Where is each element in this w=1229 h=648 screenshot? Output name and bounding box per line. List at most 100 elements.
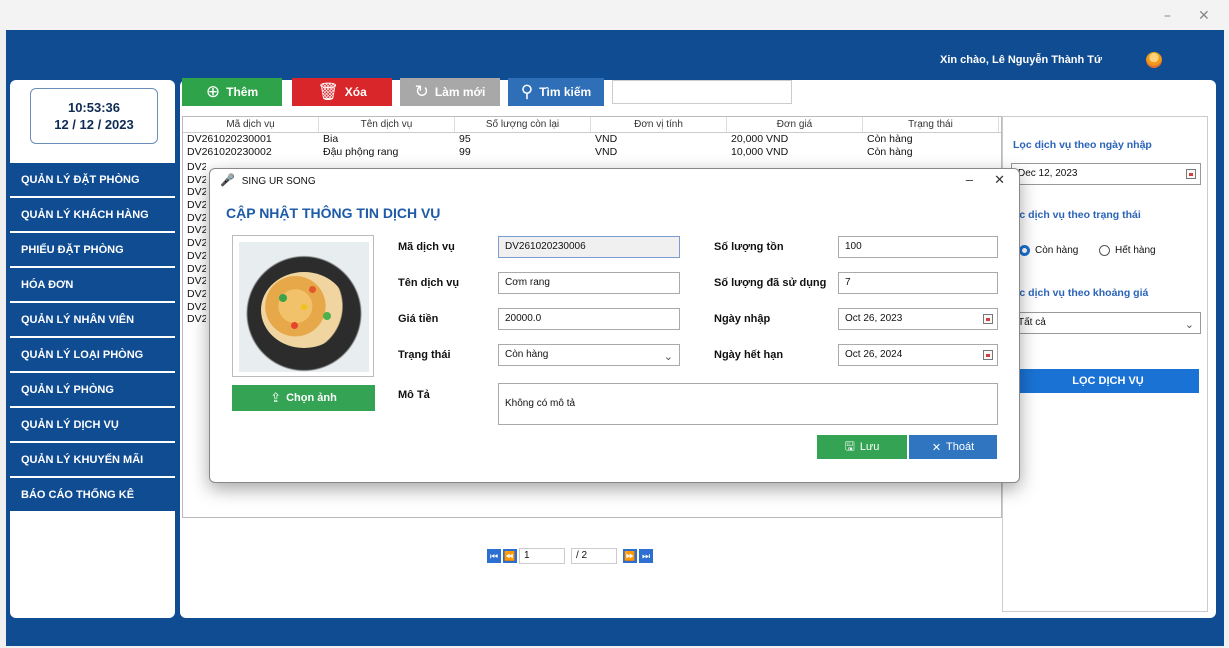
stock-label: Số lượng tồn [714,241,784,253]
table-cell: DV261020230002 [187,146,272,158]
next-page-icon[interactable]: ⏩ [623,549,637,563]
greeting: Xin chào, Lê Nguyễn Thành Tứ [940,54,1102,66]
chevron-down-icon: ⌄ [1184,318,1194,331]
sidebar-item-dich-vu[interactable]: QUẢN LÝ DỊCH VỤ [10,408,175,443]
delete-label: Xóa [344,85,367,99]
table-cell: 99 [459,146,471,158]
choose-image-label: Chọn ảnh [286,392,337,404]
column-header[interactable]: Đơn vị tính [591,117,727,132]
filter-date-title: Lọc dịch vụ theo ngày nhập [1013,139,1152,151]
expiry-date-picker[interactable]: Oct 26, 2024 [838,344,998,366]
status-label: Trạng thái [398,349,451,361]
dialog-window-title: SING UR SONG [241,176,316,187]
save-button[interactable]: 🖫 Lưu [817,435,907,459]
search-label: Tìm kiếm [539,85,592,99]
table-row[interactable]: DV261020230002 Đậu phộng rang 99 VND 10,… [183,146,1001,159]
name-field[interactable]: Cơm rang [498,272,680,294]
table-row[interactable]: DV26 [184,186,206,199]
column-header[interactable]: Trạng thái [863,117,999,132]
search-button[interactable]: ⚲ Tìm kiếm [508,78,604,106]
column-header[interactable]: Mã dịch vụ [183,117,319,132]
dialog-minimize-button[interactable]: – [966,169,973,191]
table-row[interactable]: DV27 [184,275,206,288]
add-label: Thêm [226,85,259,99]
filter-status-title: ọc dịch vụ theo trạng thái [1013,209,1141,221]
table-cell: Còn hàng [867,133,913,145]
used-label: Số lượng đã sử dụng [714,277,827,289]
calendar-icon[interactable] [983,350,993,360]
current-page-input[interactable]: 1 [519,548,565,564]
column-header[interactable]: Tên dịch vụ [319,117,455,132]
code-label: Mã dịch vụ [398,241,455,253]
table-row[interactable]: DV27 [184,263,206,276]
last-page-icon[interactable]: ⏭ [639,549,653,563]
table-row[interactable]: DV27 [184,301,206,314]
plus-circle-icon: ⊕ [205,82,221,102]
filter-price-select[interactable]: Tất cả ⌄ [1011,312,1201,334]
table-cell: VND [595,133,618,145]
sidebar-item-dat-phong[interactable]: QUẢN LÝ ĐẶT PHÒNG [10,163,175,198]
refresh-label: Làm mới [434,85,486,99]
radio-unselected-icon [1099,245,1110,256]
avatar-icon[interactable] [1146,52,1162,68]
table-row[interactable]: DV26 [184,199,206,212]
minimize-button[interactable]: – [1164,8,1171,24]
radio-out-of-stock[interactable]: Hết hàng [1099,245,1156,256]
exit-label: Thoát [946,441,975,453]
close-button[interactable]: ✕ [1198,8,1210,24]
table-row[interactable]: DV27 [184,313,206,326]
table-header: Mã dịch vụ Tên dịch vụ Số lượng còn lại … [183,117,1001,133]
filter-date-picker[interactable]: Dec 12, 2023 [1011,163,1201,185]
table-row[interactable]: DV26 [184,224,206,237]
table-row[interactable]: DV26 [184,161,206,174]
delete-button[interactable]: 🗑 Xóa [292,78,392,106]
table-row[interactable]: DV27 [184,237,206,250]
radio-out-of-stock-label: Hết hàng [1115,245,1156,256]
sidebar-item-khuyen-mai[interactable]: QUẢN LÝ KHUYẾN MÃI [10,443,175,478]
prev-page-icon[interactable]: ⏪ [503,549,517,563]
sidebar-item-loai-phong[interactable]: QUẢN LÝ LOẠI PHÒNG [10,338,175,373]
table-cell: DV261020230001 [187,133,272,145]
refresh-button[interactable]: ↻ Làm mới [400,78,500,106]
stock-field[interactable]: 100 [838,236,998,258]
radio-in-stock[interactable]: Còn hàng [1019,245,1078,256]
sidebar-item-phong[interactable]: QUẢN LÝ PHÒNG [10,373,175,408]
sidebar-item-hoa-don[interactable]: HÓA ĐƠN [10,268,175,303]
search-input[interactable] [612,80,792,104]
exit-button[interactable]: ✕ Thoát [909,435,997,459]
sidebar-item-khach-hang[interactable]: QUẢN LÝ KHÁCH HÀNG [10,198,175,233]
table-row[interactable]: DV27 [184,250,206,263]
sidebar-item-phieu-dat-phong[interactable]: PHIẾU ĐẶT PHÒNG [10,233,175,268]
choose-image-button[interactable]: ⇪ Chọn ảnh [232,385,375,411]
calendar-icon[interactable] [983,314,993,324]
table-row[interactable]: DV26 [184,212,206,225]
filter-price-value: Tất cả [1018,317,1046,328]
app-logo-icon: 🎤 [220,173,235,187]
dialog-titlebar: 🎤 SING UR SONG – ✕ [210,169,1019,191]
column-header[interactable]: Đơn giá [727,117,863,132]
import-date-value: Oct 26, 2023 [845,313,903,324]
pagination: ⏮ ⏪ 1 / 2 ⏩ ⏭ [487,548,655,564]
calendar-icon[interactable] [1186,169,1196,179]
sidebar-item-bao-cao[interactable]: BÁO CÁO THỐNG KÊ [10,478,175,513]
table-row[interactable]: DV26 [184,174,206,187]
dialog-close-button[interactable]: ✕ [994,169,1005,191]
price-field[interactable]: 20000.0 [498,308,680,330]
column-header[interactable]: Số lượng còn lại [455,117,591,132]
status-select[interactable]: Còn hàng ⌄ [498,344,680,366]
used-field[interactable]: 7 [838,272,998,294]
chevron-down-icon: ⌄ [663,350,673,363]
sidebar-item-nhan-vien[interactable]: QUẢN LÝ NHÂN VIÊN [10,303,175,338]
expiry-date-value: Oct 26, 2024 [845,349,903,360]
filter-date-value: Dec 12, 2023 [1018,168,1078,179]
import-date-picker[interactable]: Oct 26, 2023 [838,308,998,330]
add-button[interactable]: ⊕ Thêm [182,78,282,106]
code-field[interactable]: DV261020230006 [498,236,680,258]
table-row[interactable]: DV27 [184,288,206,301]
first-page-icon[interactable]: ⏮ [487,549,501,563]
table-row[interactable]: DV261020230001 Bia 95 VND 20,000 VND Còn… [183,133,1001,146]
filter-price-title: ọc dịch vụ theo khoảng giá [1013,287,1149,299]
description-field[interactable]: Không có mô tả [498,383,998,425]
filter-button[interactable]: LỌC DỊCH VỤ [1017,369,1199,393]
partial-id-column: DV26 DV26 DV26 DV26 DV26 DV26 DV27 DV27 … [184,161,206,326]
